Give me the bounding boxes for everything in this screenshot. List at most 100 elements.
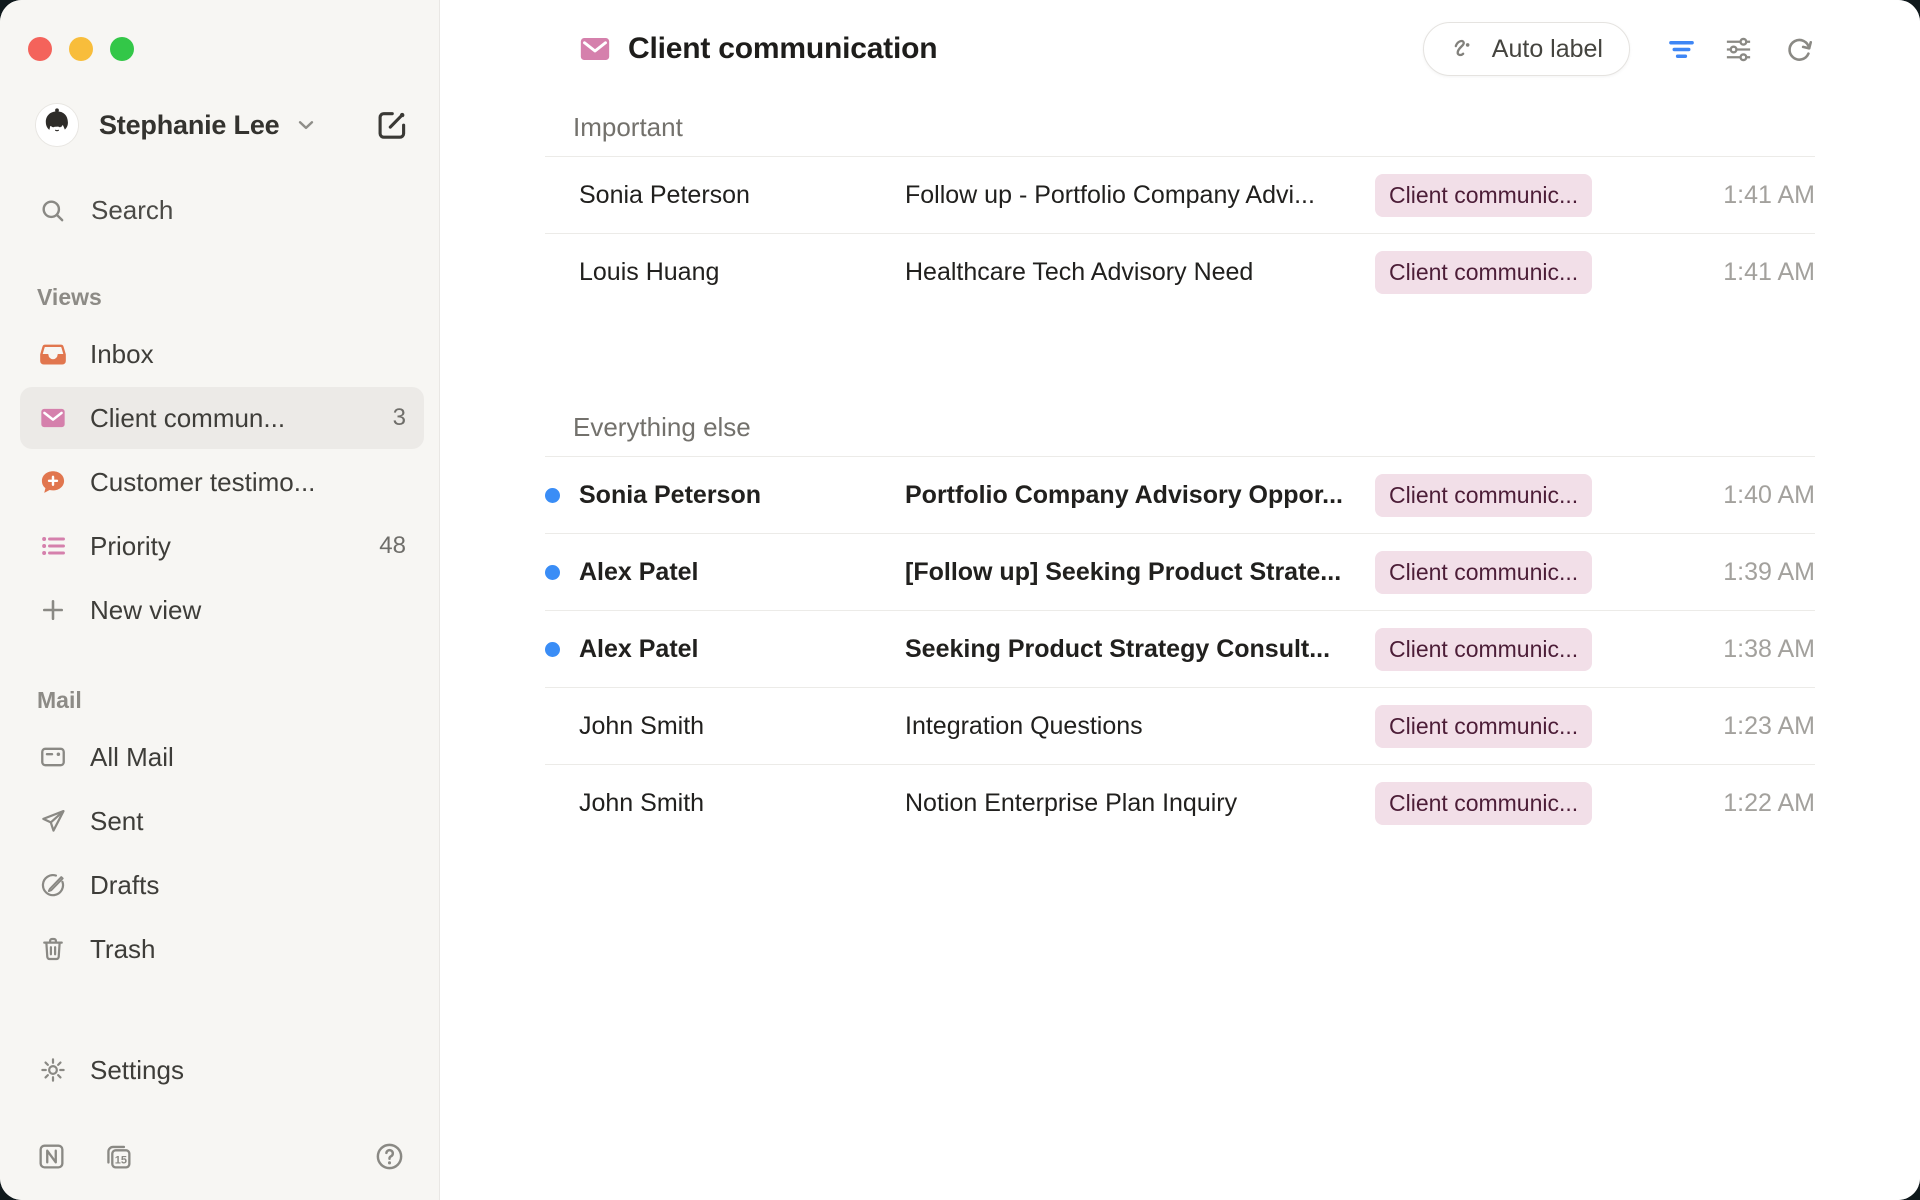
auto-label-button[interactable]: Auto label — [1423, 22, 1630, 76]
email-subject: Notion Enterprise Plan Inquiry — [905, 789, 1375, 818]
unread-dot-icon — [545, 488, 560, 503]
email-row[interactable]: John SmithIntegration QuestionsClient co… — [545, 688, 1815, 765]
sidebar-item-customer-testimo[interactable]: Customer testimo... — [20, 451, 424, 513]
label-cell: Client communic... — [1375, 628, 1615, 671]
email-sender: Sonia Peterson — [579, 181, 905, 210]
mail-icon — [39, 404, 67, 432]
email-sender: Alex Patel — [579, 558, 905, 587]
sidebar-item-label: Drafts — [90, 870, 159, 901]
sidebar-item-label: All Mail — [90, 742, 174, 773]
sidebar-item-priority[interactable]: Priority 48 — [20, 515, 424, 577]
unread-count-badge: 3 — [393, 404, 406, 432]
label-badge[interactable]: Client communic... — [1375, 251, 1592, 294]
section-title: Everything else — [545, 414, 1815, 457]
minimize-button[interactable] — [69, 37, 93, 61]
label-cell: Client communic... — [1375, 474, 1615, 517]
search-icon — [38, 196, 67, 225]
label-cell: Client communic... — [1375, 251, 1615, 294]
email-subject: Seeking Product Strategy Consult... — [905, 635, 1375, 664]
email-time: 1:38 AM — [1615, 635, 1815, 664]
zoom-button[interactable] — [110, 37, 134, 61]
email-time: 1:40 AM — [1615, 481, 1815, 510]
sidebar-item-sent[interactable]: Sent — [20, 790, 424, 852]
email-section: ImportantSonia PetersonFollow up - Portf… — [545, 114, 1815, 310]
label-badge[interactable]: Client communic... — [1375, 174, 1592, 217]
email-section: Everything elseSonia PetersonPortfolio C… — [545, 414, 1815, 841]
sidebar-footer: 15 — [0, 1101, 439, 1200]
email-row[interactable]: Sonia PetersonPortfolio Company Advisory… — [545, 457, 1815, 534]
label-badge[interactable]: Client communic... — [1375, 628, 1592, 671]
unread-count-badge: 48 — [379, 532, 406, 560]
avatar — [35, 103, 79, 147]
email-time: 1:23 AM — [1615, 712, 1815, 741]
filter-icon[interactable] — [1666, 34, 1697, 65]
email-row[interactable]: Alex PatelSeeking Product Strategy Consu… — [545, 611, 1815, 688]
email-time: 1:39 AM — [1615, 558, 1815, 587]
unread-dot-icon — [545, 642, 560, 657]
send-icon — [39, 807, 67, 835]
label-badge[interactable]: Client communic... — [1375, 551, 1592, 594]
label-badge[interactable]: Client communic... — [1375, 782, 1592, 825]
sidebar-item-settings[interactable]: Settings — [20, 1039, 424, 1101]
email-sender: John Smith — [579, 712, 905, 741]
sidebar-item-label: Priority — [90, 531, 171, 562]
email-list: ImportantSonia PetersonFollow up - Portf… — [545, 114, 1815, 841]
label-cell: Client communic... — [1375, 551, 1615, 594]
gear-icon — [39, 1056, 67, 1084]
email-row[interactable]: Alex Patel[Follow up] Seeking Product St… — [545, 534, 1815, 611]
main-panel: Client communication Auto label — [440, 0, 1920, 1200]
email-row[interactable]: John SmithNotion Enterprise Plan Inquiry… — [545, 765, 1815, 841]
inbox-icon — [39, 340, 67, 368]
email-row[interactable]: Sonia PetersonFollow up - Portfolio Comp… — [545, 157, 1815, 234]
list-icon — [39, 532, 67, 560]
sidebar-item-all-mail[interactable]: All Mail — [20, 726, 424, 788]
sidebar-section-label: Views — [37, 284, 439, 311]
email-time: 1:22 AM — [1615, 789, 1815, 818]
auto-label-label: Auto label — [1492, 35, 1603, 64]
label-badge[interactable]: Client communic... — [1375, 705, 1592, 748]
app-window: Stephanie Lee Search Views Inbox Client co… — [0, 0, 1920, 1200]
email-subject: Follow up - Portfolio Company Advi... — [905, 181, 1375, 210]
close-button[interactable] — [28, 37, 52, 61]
window-controls — [0, 0, 439, 61]
label-cell: Client communic... — [1375, 705, 1615, 748]
sidebar-nav: Views Inbox Client commun... 3 Customer test… — [0, 238, 439, 982]
allmail-icon — [39, 743, 67, 771]
sidebar-item-client-commun[interactable]: Client commun... 3 — [20, 387, 424, 449]
account-switcher[interactable]: Stephanie Lee — [35, 103, 409, 147]
sidebar-item-trash[interactable]: Trash — [20, 918, 424, 980]
sidebar-item-drafts[interactable]: Drafts — [20, 854, 424, 916]
sliders-icon[interactable] — [1723, 34, 1754, 65]
help-icon[interactable] — [374, 1141, 405, 1172]
search-button[interactable]: Search — [20, 183, 424, 238]
email-subject: [Follow up] Seeking Product Strate... — [905, 558, 1375, 587]
compose-icon[interactable] — [375, 108, 409, 142]
section-title: Important — [545, 114, 1815, 157]
unread-indicator-cell — [545, 488, 579, 503]
unread-indicator-cell — [545, 565, 579, 580]
email-subject: Integration Questions — [905, 712, 1375, 741]
email-subject: Portfolio Company Advisory Oppor... — [905, 481, 1375, 510]
label-badge[interactable]: Client communic... — [1375, 474, 1592, 517]
email-sender: Louis Huang — [579, 258, 905, 287]
label-cell: Client communic... — [1375, 782, 1615, 825]
notion-app-icon[interactable] — [36, 1141, 67, 1172]
settings-label: Settings — [90, 1055, 184, 1086]
sidebar-item-label: Inbox — [90, 339, 154, 370]
label-cell: Client communic... — [1375, 174, 1615, 217]
sidebar: Stephanie Lee Search Views Inbox Client co… — [0, 0, 440, 1200]
search-label: Search — [91, 195, 173, 226]
view-header: Client communication Auto label — [545, 24, 1815, 74]
sidebar-item-label: Client commun... — [90, 403, 285, 434]
sidebar-item-inbox[interactable]: Inbox — [20, 323, 424, 385]
email-time: 1:41 AM — [1615, 258, 1815, 287]
refresh-icon[interactable] — [1784, 34, 1815, 65]
chevron-down-icon — [293, 112, 319, 138]
calendar-app-icon[interactable]: 15 — [103, 1141, 134, 1172]
sidebar-item-new-view[interactable]: New view — [20, 579, 424, 641]
email-time: 1:41 AM — [1615, 181, 1815, 210]
email-row[interactable]: Louis HuangHealthcare Tech Advisory Need… — [545, 234, 1815, 310]
plus-icon — [39, 596, 67, 624]
unread-indicator-cell — [545, 642, 579, 657]
email-sender: Sonia Peterson — [579, 481, 905, 510]
